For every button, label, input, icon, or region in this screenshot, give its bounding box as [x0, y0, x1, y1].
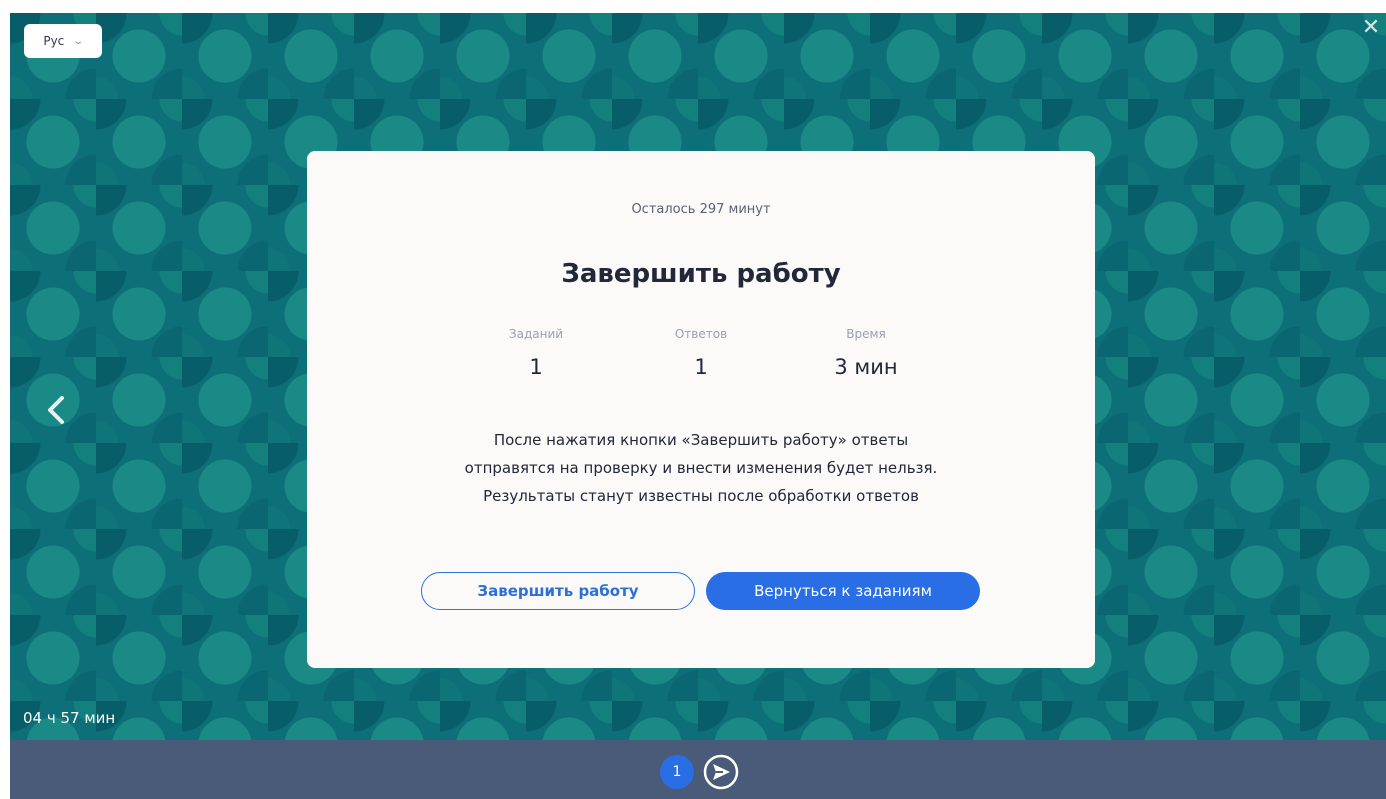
- stat-value: 3 мин: [834, 355, 898, 379]
- send-icon: [703, 754, 739, 790]
- stat-time: Время 3 мин: [786, 327, 946, 379]
- stat-value: 1: [694, 355, 708, 379]
- background-pattern: Рус ⌄ ✕ 04 ч 57 мин Осталось 297 минут З…: [10, 13, 1386, 740]
- finish-work-button[interactable]: Завершить работу: [421, 572, 695, 610]
- prev-task-button[interactable]: [40, 388, 74, 432]
- exam-timer: 04 ч 57 мин: [23, 709, 116, 727]
- stat-tasks: Заданий 1: [456, 327, 616, 379]
- stat-answers: Ответов 1: [621, 327, 781, 379]
- stat-label: Заданий: [508, 327, 564, 341]
- finish-work-dialog: Осталось 297 минут Завершить работу Зада…: [307, 151, 1095, 668]
- stat-label: Ответов: [674, 327, 728, 341]
- close-icon[interactable]: ✕: [1360, 17, 1382, 39]
- dialog-title: Завершить работу: [561, 259, 841, 289]
- notice-line: После нажатия кнопки «Завершить работу» …: [493, 431, 909, 449]
- finish-notice: После нажатия кнопки «Завершить работу» …: [307, 426, 1095, 510]
- task-navigation-bar: 1: [10, 740, 1386, 799]
- submit-work-button[interactable]: [703, 754, 739, 790]
- chevron-down-icon: ⌄: [72, 35, 85, 47]
- remaining-time-text: Осталось 297 минут: [631, 202, 771, 217]
- language-select[interactable]: Рус ⌄: [24, 24, 102, 58]
- chevron-left-icon: [48, 396, 64, 424]
- task-page-button[interactable]: 1: [660, 755, 694, 789]
- stat-label: Время: [846, 327, 886, 341]
- notice-line: Результаты станут известны после обработ…: [483, 487, 919, 505]
- return-to-tasks-button[interactable]: Вернуться к заданиям: [706, 572, 980, 610]
- language-select-value: Рус: [43, 34, 65, 48]
- notice-line: отправятся на проверку и внести изменени…: [464, 459, 938, 477]
- stat-value: 1: [529, 355, 543, 379]
